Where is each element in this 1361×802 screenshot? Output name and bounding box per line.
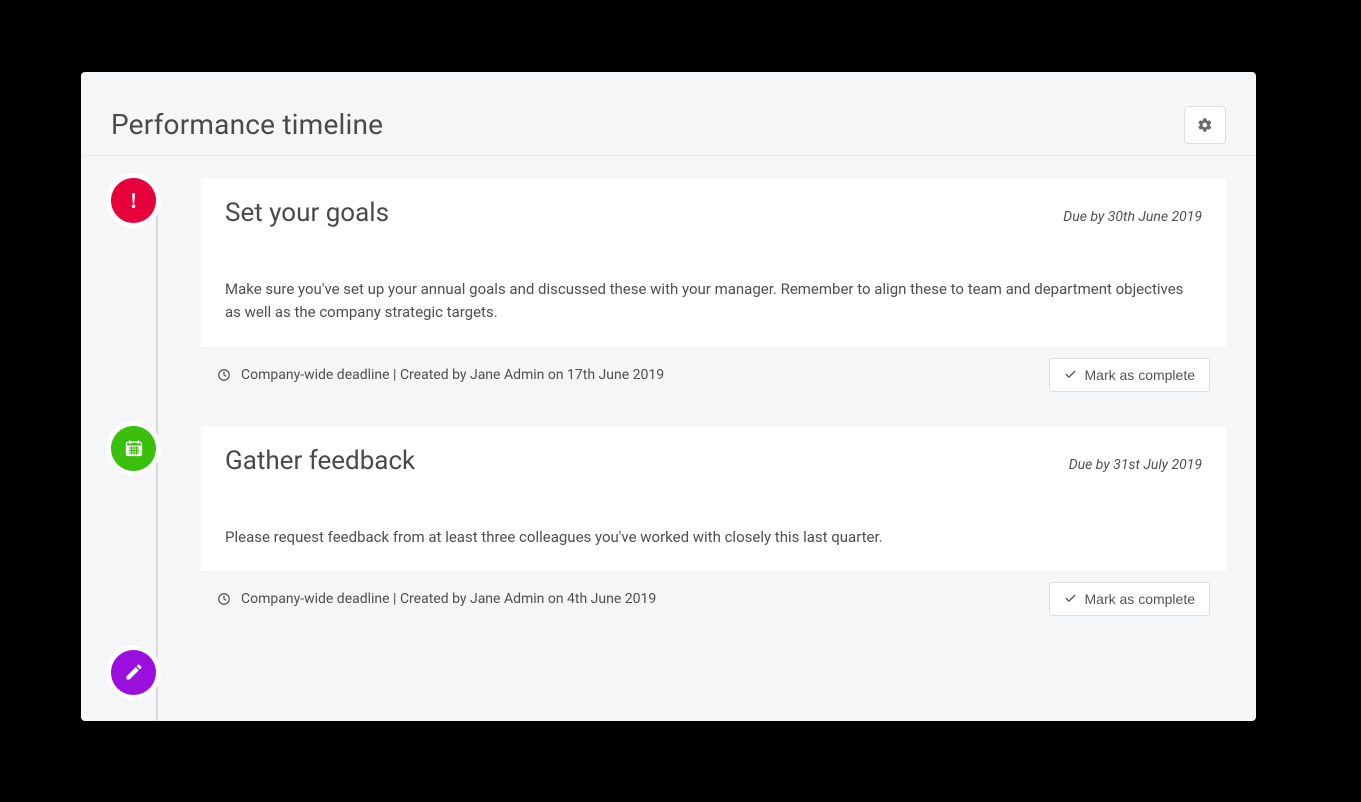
settings-button[interactable]: [1184, 106, 1226, 144]
mark-complete-label: Mark as complete: [1085, 367, 1195, 383]
performance-timeline-panel: Performance timeline ! Set your goals Du…: [81, 72, 1256, 721]
card-meta: Company-wide deadline | Created by Jane …: [217, 591, 656, 607]
timeline-card: Set your goals Due by 30th June 2019 Mak…: [201, 178, 1226, 402]
due-date: Due by 31st July 2019: [1069, 457, 1202, 473]
card-meta-text: Company-wide deadline | Created by Jane …: [241, 367, 664, 383]
timeline-badge-edit: [111, 650, 156, 695]
card-body: Gather feedback Due by 31st July 2019 Pl…: [201, 426, 1226, 571]
timeline-item: Gather feedback Due by 31st July 2019 Pl…: [111, 426, 1226, 626]
clock-icon: [217, 592, 231, 606]
clock-icon: [217, 368, 231, 382]
card-title: Set your goals: [225, 198, 389, 228]
card-meta: Company-wide deadline | Created by Jane …: [217, 367, 664, 383]
timeline-item: ! Set your goals Due by 30th June 2019 M…: [111, 178, 1226, 402]
card-body: Set your goals Due by 30th June 2019 Mak…: [201, 178, 1226, 347]
card-meta-text: Company-wide deadline | Created by Jane …: [241, 591, 656, 607]
mark-complete-button[interactable]: Mark as complete: [1049, 582, 1210, 616]
card-description: Make sure you've set up your annual goal…: [225, 278, 1202, 325]
card-title: Gather feedback: [225, 446, 415, 476]
pencil-icon: [124, 662, 144, 682]
card-title-row: Set your goals Due by 30th June 2019: [225, 198, 1202, 228]
mark-complete-label: Mark as complete: [1085, 591, 1195, 607]
exclamation-icon: !: [130, 190, 137, 212]
timeline: ! Set your goals Due by 30th June 2019 M…: [81, 156, 1256, 721]
calendar-icon: [124, 438, 144, 458]
card-footer: Company-wide deadline | Created by Jane …: [201, 571, 1226, 626]
card-title-row: Gather feedback Due by 31st July 2019: [225, 446, 1202, 476]
timeline-item: [111, 650, 1226, 695]
mark-complete-button[interactable]: Mark as complete: [1049, 358, 1210, 392]
check-icon: [1064, 368, 1077, 381]
page-title: Performance timeline: [111, 108, 383, 141]
gear-icon: [1197, 117, 1213, 133]
card-footer: Company-wide deadline | Created by Jane …: [201, 347, 1226, 402]
due-date: Due by 30th June 2019: [1063, 209, 1202, 225]
check-icon: [1064, 592, 1077, 605]
timeline-badge-alert: !: [111, 178, 156, 223]
panel-header: Performance timeline: [81, 72, 1256, 156]
card-description: Please request feedback from at least th…: [225, 526, 1202, 549]
timeline-card: Gather feedback Due by 31st July 2019 Pl…: [201, 426, 1226, 626]
timeline-badge-calendar: [111, 426, 156, 471]
